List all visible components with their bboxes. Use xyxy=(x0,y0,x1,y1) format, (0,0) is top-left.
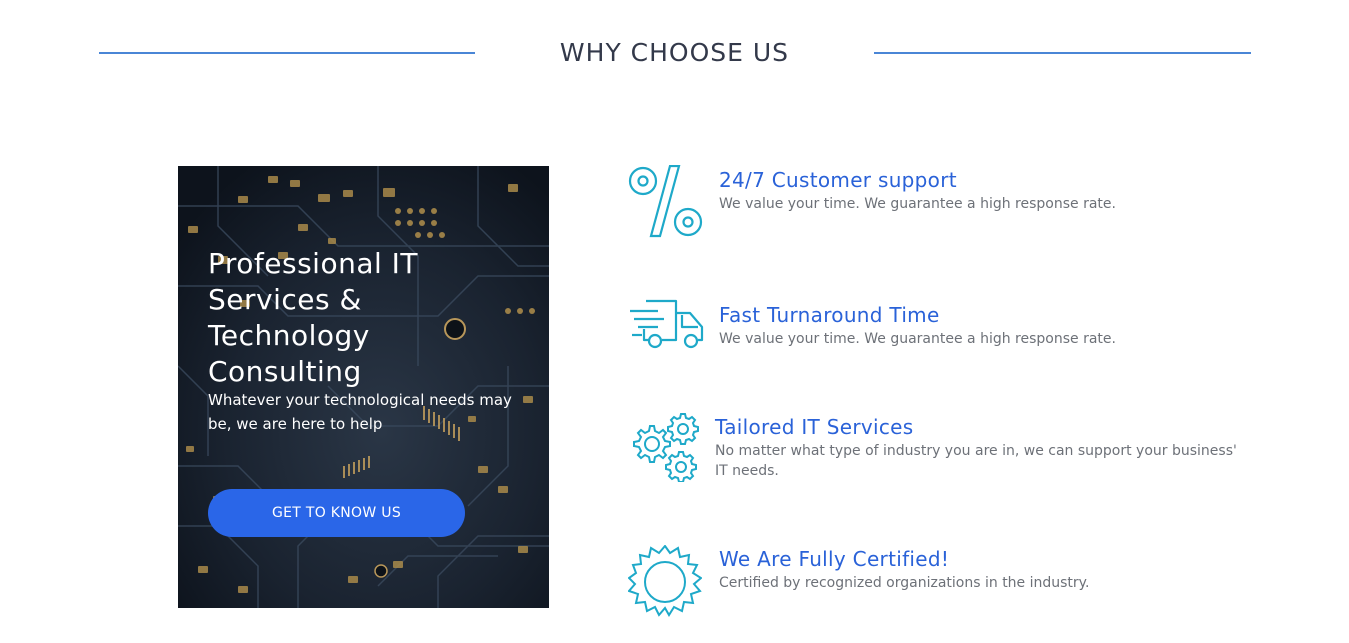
certified-badge-icon xyxy=(627,544,703,623)
feature-title: Tailored IT Services xyxy=(715,415,914,439)
why-choose-us-section: WHY CHOOSE US Professional IT Services &… xyxy=(0,0,1349,643)
get-to-know-us-button[interactable]: GET TO KNOW US xyxy=(208,489,465,537)
delivery-truck-icon xyxy=(628,299,704,353)
percent-icon xyxy=(628,164,704,243)
feature-description: We value your time. We guarantee a high … xyxy=(719,196,1116,212)
feature-title: Fast Turnaround Time xyxy=(719,303,940,327)
feature-description: We value your time. We guarantee a high … xyxy=(719,331,1116,347)
hero-card: Professional IT Services & Technology Co… xyxy=(178,166,549,608)
gears-icon xyxy=(628,412,700,486)
hero-subtitle: Whatever your technological needs may be… xyxy=(208,391,512,433)
feature-description: No matter what type of industry you are … xyxy=(715,443,1237,479)
feature-title: 24/7 Customer support xyxy=(719,168,957,192)
section-title: WHY CHOOSE US xyxy=(559,38,790,67)
hero-title: Professional IT Services & Technology Co… xyxy=(208,247,419,388)
feature-title: We Are Fully Certified! xyxy=(719,547,950,571)
feature-description: Certified by recognized organizations in… xyxy=(719,575,1090,591)
heading-divider-right xyxy=(874,52,1251,54)
heading-divider-left xyxy=(99,52,475,54)
